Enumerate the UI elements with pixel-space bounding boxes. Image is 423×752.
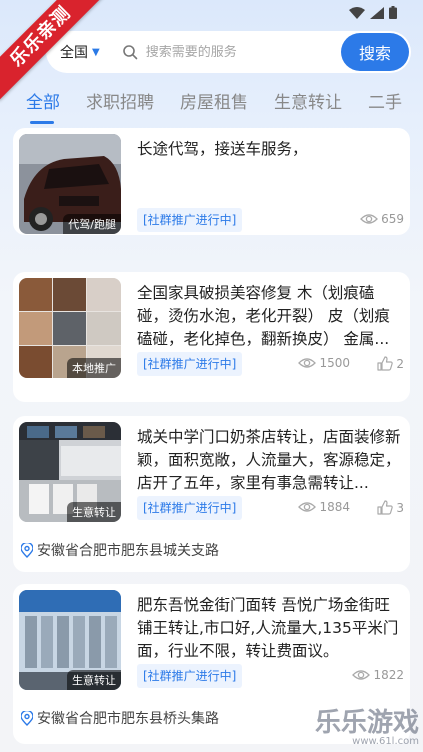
eye-icon (298, 358, 317, 368)
listing-card[interactable]: 生意转让 城关中学门口奶茶店转让，店面装修新颖，面积宽敞，人流量大，客源稳定，店… (13, 416, 410, 572)
battery-icon (389, 6, 397, 19)
like-count[interactable]: 3 (377, 500, 404, 515)
tab-jobs[interactable]: 求职招聘 (73, 92, 167, 128)
category-tag: 生意转让 (67, 502, 121, 522)
promo-badge: [社群推广进行中] (137, 208, 243, 232)
eye-icon (352, 670, 371, 680)
promo-badge: [社群推广进行中] (137, 664, 243, 688)
listing-thumbnail: 生意转让 (19, 590, 121, 690)
view-count: 1500 (298, 356, 350, 370)
like-count-value: 3 (396, 500, 404, 515)
view-count-value: 1884 (319, 500, 350, 514)
category-tag: 代驾/跑腿 (63, 214, 121, 234)
view-count-value: 1822 (373, 668, 404, 682)
listing-card[interactable]: 代驾/跑腿 长途代驾，接送车服务， [社群推广进行中] 659 (13, 128, 410, 235)
city-label: 全国 (60, 45, 88, 61)
like-count-value: 2 (396, 356, 404, 371)
location-text: 安徽省合肥市肥东县桥头集路 (37, 711, 219, 727)
search-input[interactable] (145, 44, 326, 60)
location-text: 安徽省合肥市肥东县城关支路 (37, 543, 219, 559)
listing-thumbnail: 生意转让 (19, 422, 121, 522)
watermark-logo: 乐乐游戏 www.61l.com (315, 710, 419, 748)
signal-icon (370, 6, 384, 19)
category-tag: 生意转让 (67, 670, 121, 690)
listing-title: 城关中学门口奶茶店转让，店面装修新颖，面积宽敞，人流量大，客源稳定，店开了五年，… (137, 428, 401, 492)
listing-thumbnail: 代驾/跑腿 (19, 134, 121, 234)
thumbs-up-icon (377, 356, 394, 371)
view-count-value: 659 (381, 212, 404, 226)
view-count: 1884 (298, 500, 350, 514)
view-count-value: 1500 (319, 356, 350, 370)
search-icon (122, 45, 138, 60)
location-row: 安徽省合肥市肥东县城关支路 (21, 540, 219, 560)
wifi-icon (349, 6, 365, 19)
search-button[interactable]: 搜索 (341, 33, 409, 71)
like-count[interactable]: 2 (377, 356, 404, 371)
location-row: 安徽省合肥市肥东县桥头集路 (21, 708, 219, 728)
location-pin-icon (21, 710, 33, 726)
thumbs-up-icon (377, 500, 394, 515)
promo-badge: [社群推广进行中] (137, 352, 243, 376)
search-bar: 全国 ▼ 搜索 (46, 31, 411, 73)
listing-title: 肥东吾悦金街门面转 吾悦广场金街旺铺王转让,市口好,人流量大,135平米门面，行… (137, 596, 399, 660)
view-count: 659 (360, 212, 404, 226)
city-selector[interactable]: 全国 ▼ (60, 42, 100, 62)
category-tabs: 全部 求职招聘 房屋租售 生意转让 二手 (0, 92, 423, 128)
listing-title: 全国家具破损美容修复 木（划痕磕碰，烫伤水泡，老化开裂） 皮（划痕磕碰，老化掉色… (137, 284, 390, 348)
eye-icon (360, 214, 379, 224)
tab-secondhand[interactable]: 二手 (355, 92, 415, 128)
tab-all[interactable]: 全部 (0, 92, 73, 128)
location-pin-icon (21, 542, 33, 558)
caret-down-icon: ▼ (92, 46, 100, 58)
listing-card[interactable]: 本地推广 全国家具破损美容修复 木（划痕磕碰，烫伤水泡，老化开裂） 皮（划痕磕碰… (13, 272, 410, 402)
category-tag: 本地推广 (67, 358, 121, 378)
listing-title: 长途代驾，接送车服务， (137, 140, 308, 158)
eye-icon (298, 502, 317, 512)
listing-thumbnail: 本地推广 (19, 278, 121, 378)
view-count: 1822 (352, 668, 404, 682)
tab-business-transfer[interactable]: 生意转让 (261, 92, 355, 128)
promo-badge: [社群推广进行中] (137, 496, 243, 520)
tab-housing[interactable]: 房屋租售 (167, 92, 261, 128)
watermark-main: 乐乐游戏 (314, 708, 419, 738)
